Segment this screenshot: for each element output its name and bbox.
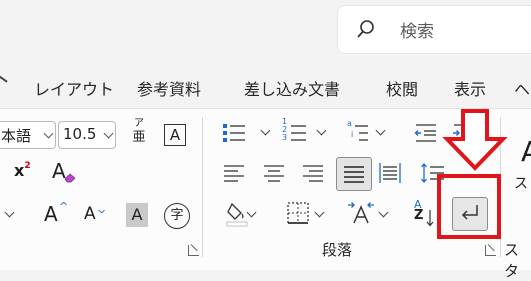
justify-button[interactable] bbox=[336, 157, 372, 191]
align-right-icon bbox=[301, 161, 327, 185]
font-name-combo[interactable]: 本語 bbox=[0, 121, 56, 149]
chevron-down-icon[interactable] bbox=[43, 128, 54, 139]
phonetic-guide-button[interactable]: ア 亜 bbox=[130, 117, 148, 151]
sort-button[interactable]: A Z bbox=[414, 199, 438, 229]
shrink-font-char: A bbox=[84, 204, 96, 224]
chevron-down-icon[interactable] bbox=[260, 125, 271, 136]
annotation-highlight-box bbox=[437, 174, 501, 239]
character-border-button[interactable]: A bbox=[164, 124, 186, 146]
superscript-two: 2 bbox=[24, 161, 31, 171]
bullets-button[interactable] bbox=[222, 121, 271, 147]
align-right-button[interactable] bbox=[301, 161, 327, 187]
align-left-button[interactable] bbox=[222, 161, 248, 187]
font-dialog-launcher[interactable] bbox=[188, 245, 199, 256]
styles-gallery-label[interactable]: ス bbox=[514, 173, 528, 193]
asian-layout-button[interactable] bbox=[346, 201, 389, 229]
styles-group-label: スタ bbox=[504, 241, 520, 280]
chevron-down-icon[interactable] bbox=[4, 207, 15, 218]
search-icon bbox=[356, 19, 376, 39]
tab-layout[interactable]: レイアウト bbox=[34, 76, 114, 100]
multilevel-list-button[interactable]: a i bbox=[345, 119, 386, 147]
search-placeholder: 検索 bbox=[400, 22, 434, 42]
grow-font-char: A bbox=[44, 202, 58, 226]
numbering-digits: 1 2 3 bbox=[282, 118, 287, 142]
enclose-characters-button[interactable]: 字 bbox=[164, 203, 190, 229]
paragraph-dialog-launcher[interactable] bbox=[485, 245, 496, 256]
numbering-digit: 3 bbox=[282, 133, 288, 142]
phonetic-base-text: 亜 bbox=[132, 130, 146, 145]
sort-arrow-icon bbox=[426, 209, 434, 227]
superscript-button[interactable]: x2 bbox=[14, 161, 40, 187]
title-bar: 検索 bbox=[0, 0, 531, 64]
shrink-font-button[interactable]: A ^ bbox=[84, 202, 110, 230]
numbering-button[interactable]: 1 2 3 bbox=[282, 118, 327, 147]
clear-formatting-button[interactable]: A bbox=[52, 159, 78, 187]
distributed-button[interactable] bbox=[378, 161, 404, 187]
enclose-characters-char: 字 bbox=[170, 208, 184, 223]
phonetic-ruby-text: ア bbox=[134, 118, 144, 129]
tab-help-partial[interactable]: ヘ bbox=[514, 76, 530, 100]
distributed-icon bbox=[378, 161, 404, 185]
chevron-down-icon[interactable] bbox=[375, 125, 386, 136]
align-left-icon bbox=[222, 161, 248, 185]
tab-mailings[interactable]: 差し込み文書 bbox=[244, 76, 340, 100]
numbering-lines-icon bbox=[289, 121, 307, 145]
annotation-arrow bbox=[442, 108, 508, 172]
superscript-x: x bbox=[14, 161, 25, 180]
caret-up-icon: ^ bbox=[59, 200, 69, 213]
caret-down-icon: ^ bbox=[97, 202, 107, 215]
character-border-char: A bbox=[169, 126, 181, 144]
styles-gallery-char[interactable]: A bbox=[521, 135, 531, 168]
align-center-button[interactable] bbox=[262, 161, 288, 187]
align-center-icon bbox=[262, 161, 288, 185]
grow-font-button[interactable]: A ^ bbox=[44, 200, 70, 228]
decrease-indent-icon bbox=[414, 121, 440, 145]
eraser-icon bbox=[64, 173, 76, 183]
search-box[interactable]: 検索 bbox=[337, 5, 531, 54]
justify-icon bbox=[342, 162, 366, 186]
paragraph-group-label: 段落 bbox=[322, 241, 353, 259]
font-name-value: 本語 bbox=[1, 127, 32, 145]
ribbon-tabs: レイアウト 参考資料 差し込み文書 校閲 表示 ヘ bbox=[0, 64, 531, 108]
chevron-down-icon[interactable] bbox=[103, 128, 114, 139]
multilevel-lines-icon bbox=[353, 121, 369, 145]
tab-view[interactable]: 表示 bbox=[454, 76, 486, 100]
shading-button[interactable] bbox=[226, 201, 260, 229]
bullets-icon bbox=[222, 121, 256, 145]
font-size-value: 10.5 bbox=[63, 125, 97, 143]
chevron-down-icon[interactable] bbox=[316, 125, 327, 136]
character-shading-button[interactable]: A bbox=[126, 203, 148, 227]
decrease-indent-button[interactable] bbox=[414, 121, 440, 147]
font-size-combo[interactable]: 10.5 bbox=[58, 121, 116, 149]
group-separator bbox=[202, 117, 203, 257]
borders-button[interactable] bbox=[286, 201, 326, 229]
tab-review[interactable]: 校閲 bbox=[386, 76, 418, 100]
tab-references[interactable]: 参考資料 bbox=[137, 76, 201, 100]
character-shading-char: A bbox=[131, 205, 143, 224]
